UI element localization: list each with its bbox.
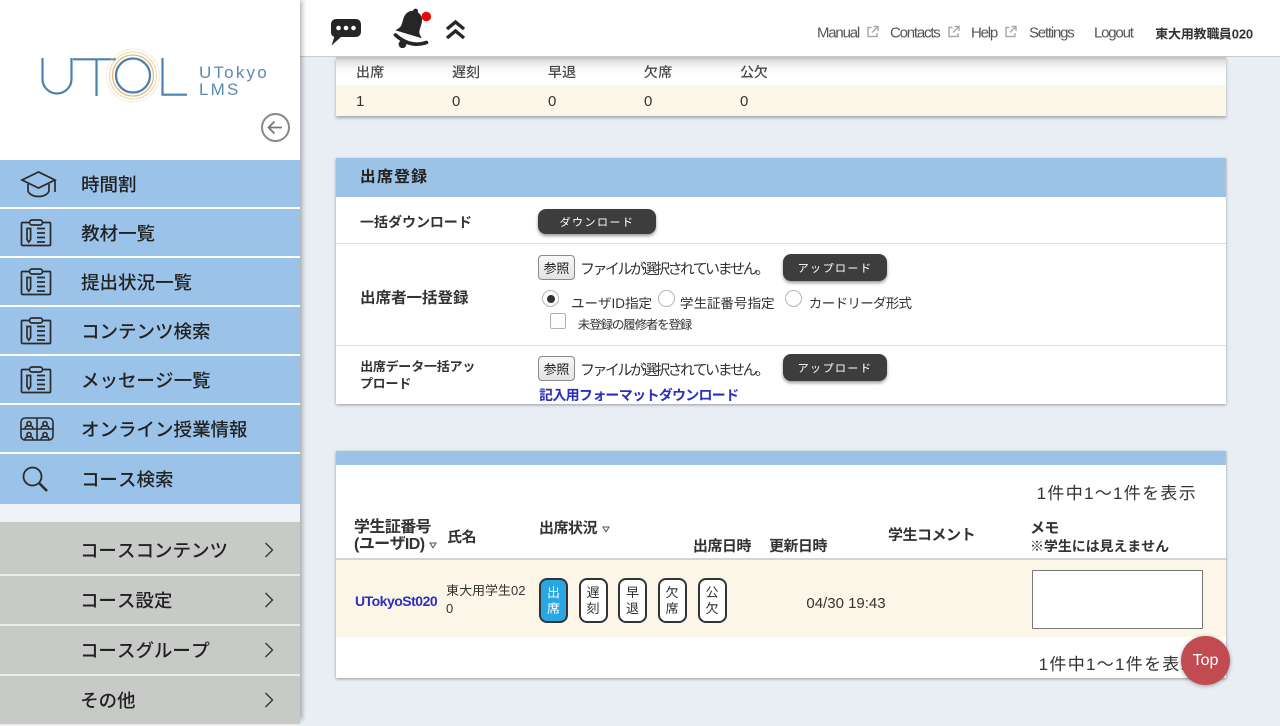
svg-text:LMS: LMS xyxy=(199,80,241,99)
